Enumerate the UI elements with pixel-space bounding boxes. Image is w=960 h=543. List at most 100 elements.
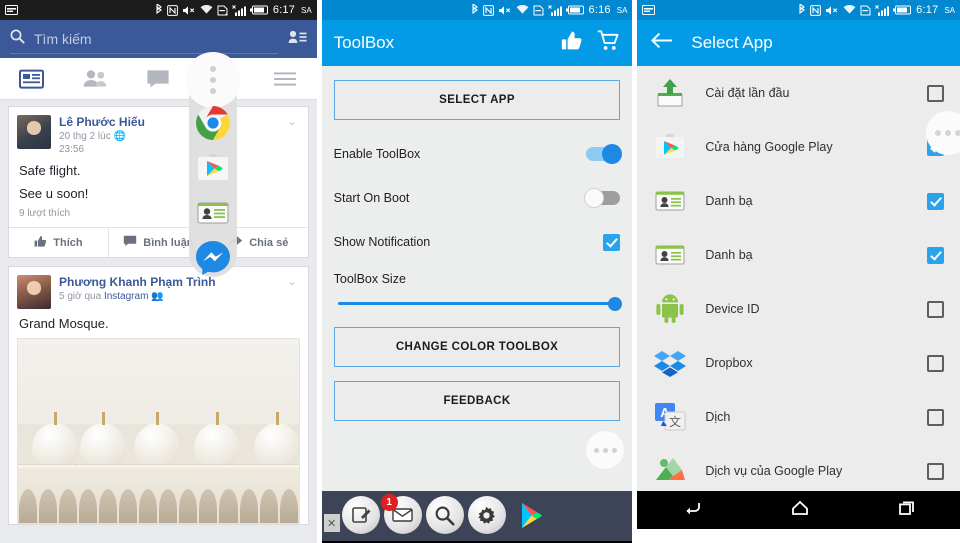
avatar[interactable]	[17, 115, 51, 149]
status-time: 6:17	[272, 4, 296, 16]
show-notification-checkbox[interactable]	[603, 233, 621, 251]
status-bar: 6:16 SA	[321, 0, 633, 20]
app-label: Danh bạ	[705, 194, 753, 208]
mosque-arcade	[18, 489, 299, 523]
back-icon[interactable]	[681, 499, 703, 522]
translate-icon: A 文	[653, 400, 687, 434]
contacts-icon[interactable]	[288, 29, 307, 50]
change-color-button[interactable]: CHANGE COLOR TOOLBOX	[333, 327, 621, 367]
enable-toolbox-switch[interactable]	[586, 144, 623, 164]
post-actions: Thích Bình luận Chia sẻ	[9, 227, 308, 257]
start-on-boot-switch[interactable]	[584, 188, 621, 208]
post-author[interactable]: Phương Khanh Phạm Trình	[59, 275, 276, 290]
search-input[interactable]: Tìm kiếm	[10, 24, 278, 54]
mail-icon[interactable]: 1	[380, 494, 424, 536]
messenger-icon[interactable]	[194, 239, 232, 277]
post-source-link[interactable]: Instagram	[104, 291, 148, 302]
post-timestamp: 5 giờ qua Instagram 👥	[59, 290, 276, 303]
list-item[interactable]: Cài đặt lần đầu	[637, 66, 960, 120]
setting-row-enable-toolbox[interactable]: Enable ToolBox	[334, 132, 623, 176]
list-item[interactable]: Cửa hàng Google Play	[637, 120, 960, 174]
volume-mute-icon	[825, 5, 839, 16]
sdcard-icon	[860, 5, 871, 16]
bluetooth-icon	[155, 4, 163, 16]
post-text-line2: See u soon!	[19, 186, 89, 201]
compose-icon[interactable]	[341, 496, 382, 536]
setting-row-show-notification[interactable]: Show Notification	[334, 220, 621, 264]
list-item[interactable]: Danh bạ	[637, 228, 960, 282]
play-store-icon	[653, 130, 687, 164]
screenshot-root: 6:17 SA Tìm kiếm Lê Phước Hiếu 20 thg 2 …	[0, 0, 960, 543]
post-date: 20 thg 2 lúc	[59, 131, 111, 142]
recents-icon[interactable]	[897, 499, 917, 522]
nfc-icon	[166, 4, 178, 16]
facebook-news-feed[interactable]: Lê Phước Hiếu 20 thg 2 lúc 🌐 23:56 ⌄ Saf…	[0, 100, 317, 543]
contacts-icon	[653, 238, 687, 272]
setting-row-start-on-boot[interactable]: Start On Boot	[334, 176, 621, 220]
app-checkbox[interactable]	[927, 300, 945, 318]
play-store-icon[interactable]	[194, 149, 232, 187]
post-header: Lê Phước Hiếu 20 thg 2 lúc 🌐 23:56 ⌄	[9, 107, 308, 160]
battery-icon	[893, 5, 912, 15]
post-photo[interactable]	[17, 338, 300, 524]
toolbox-size-slider[interactable]	[334, 294, 623, 311]
like-button[interactable]: Thích	[9, 228, 109, 257]
status-ampm: SA	[301, 5, 312, 15]
avatar[interactable]	[17, 275, 51, 309]
setting-label: Start On Boot	[333, 191, 410, 205]
app-checkbox[interactable]	[927, 246, 945, 264]
toolbox-panel: 6:16 SA ToolBox SELECT APP Enable ToolBo…	[321, 0, 633, 543]
thumbs-up-icon[interactable]	[561, 30, 583, 57]
wifi-icon	[200, 4, 213, 16]
globe-icon: 🌐	[113, 131, 126, 142]
nfc-icon	[482, 4, 494, 16]
play-services-icon	[653, 454, 687, 488]
tab-news-feed[interactable]	[0, 69, 63, 89]
setting-row-toolbox-size: ToolBox Size	[334, 264, 621, 294]
tab-friends[interactable]	[63, 69, 126, 88]
three-dots-vertical-icon[interactable]	[185, 52, 241, 108]
volume-mute-icon	[182, 5, 196, 16]
app-checkbox[interactable]	[927, 84, 945, 102]
post-author[interactable]: Lê Phước Hiếu	[59, 115, 276, 130]
toolbox-dock: ✕ 1	[321, 491, 633, 541]
signal-icon	[231, 4, 246, 16]
shopping-cart-icon[interactable]	[597, 30, 620, 56]
app-checkbox[interactable]	[927, 462, 945, 480]
list-item[interactable]: Dịch vụ của Google Play	[637, 444, 960, 491]
status-bar: 6:17 SA	[637, 0, 960, 20]
chevron-down-icon[interactable]: ⌄	[284, 275, 299, 309]
chrome-icon[interactable]	[194, 104, 232, 142]
post-header: Phương Khanh Phạm Trình 5 giờ qua Instag…	[9, 267, 308, 313]
app-checkbox[interactable]	[927, 408, 945, 426]
setting-label: Show Notification	[333, 235, 431, 249]
nfc-icon	[810, 4, 822, 16]
tab-messages[interactable]	[127, 69, 190, 89]
settings-gear-icon[interactable]	[467, 496, 508, 536]
status-ampm: SA	[616, 5, 628, 15]
app-label: Dịch vụ của Google Play	[705, 464, 843, 478]
home-icon[interactable]	[790, 499, 810, 522]
android-icon	[653, 292, 687, 326]
sdcard-icon	[217, 5, 228, 16]
list-item[interactable]: Danh bạ	[637, 174, 960, 228]
app-checkbox[interactable]	[927, 192, 945, 210]
app-checkbox[interactable]	[927, 354, 945, 372]
chevron-down-icon[interactable]: ⌄	[284, 115, 299, 156]
three-dots-horizontal-icon[interactable]	[586, 431, 625, 469]
post-like-count[interactable]: 9 lượt thích	[9, 206, 308, 227]
back-arrow-icon[interactable]	[651, 32, 673, 54]
close-icon[interactable]: ✕	[323, 514, 340, 532]
list-item[interactable]: A 文 Dịch	[637, 390, 960, 444]
tab-menu[interactable]	[253, 71, 316, 87]
search-icon[interactable]	[425, 496, 466, 536]
play-store-icon[interactable]	[510, 496, 550, 536]
list-item[interactable]: Dropbox	[637, 336, 960, 390]
app-list[interactable]: Cài đặt lần đầu Cửa hàng Google Play Dan…	[637, 66, 960, 491]
battery-icon	[249, 5, 269, 15]
feedback-button[interactable]: FEEDBACK	[333, 381, 621, 421]
contacts-icon[interactable]	[194, 194, 232, 232]
select-app-button[interactable]: SELECT APP	[333, 80, 621, 120]
post-card: Phương Khanh Phạm Trình 5 giờ qua Instag…	[8, 266, 309, 525]
list-item[interactable]: Device ID	[637, 282, 960, 336]
